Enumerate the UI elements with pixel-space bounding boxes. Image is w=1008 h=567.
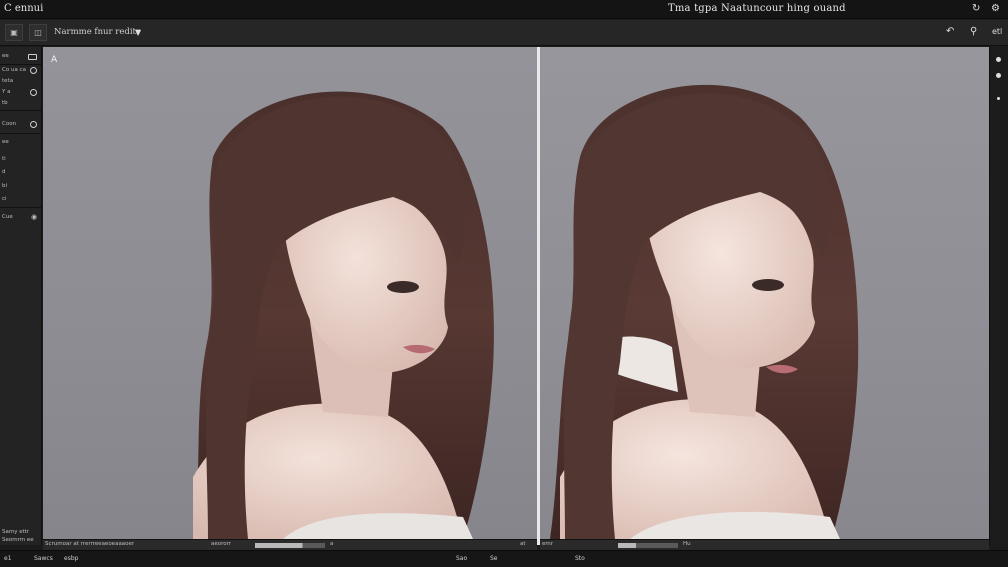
status-item: esbp bbox=[64, 555, 79, 562]
status-item: Se bbox=[490, 555, 498, 562]
panel-footer-1: Samy ettr bbox=[2, 529, 30, 535]
zoom-icon[interactable]: ⚲ bbox=[970, 26, 977, 37]
subbar-text: Hu bbox=[683, 541, 691, 547]
panel-row[interactable]: Co ua ca bbox=[0, 65, 42, 76]
status-item: Sawcs bbox=[34, 555, 53, 562]
breadcrumb[interactable]: Narmme fnur reditr bbox=[54, 27, 140, 37]
panel-row[interactable]: Coon bbox=[0, 119, 42, 130]
viewer-right-subbar: emr Hu bbox=[540, 539, 989, 550]
right-panel bbox=[989, 47, 1008, 545]
viewer-edited[interactable] bbox=[540, 47, 989, 539]
eye-icon[interactable]: ◉ bbox=[31, 212, 38, 221]
panel-row[interactable]: Y a bbox=[0, 87, 42, 98]
viewer-original[interactable]: A bbox=[43, 47, 537, 539]
portrait-image-edited bbox=[550, 84, 859, 539]
mode-grid-icon: ▣ bbox=[10, 28, 18, 37]
panel-row[interactable]: Cue ◉ bbox=[0, 212, 42, 223]
panel-row[interactable]: bi bbox=[0, 181, 42, 192]
panel-row[interactable]: ee bbox=[0, 51, 42, 62]
panel-row[interactable]: ci bbox=[0, 194, 42, 205]
mode-compare-button[interactable]: ◫ bbox=[29, 24, 47, 41]
viewer-left-subbar: Scrumoar at rrerrreeaeoeaaaoer aeororr a… bbox=[43, 539, 537, 550]
document-title: Tma tgpa Naatuncour hing ouand bbox=[668, 3, 846, 14]
knob-icon[interactable] bbox=[30, 67, 37, 74]
mode-compare-icon: ◫ bbox=[34, 28, 42, 37]
sync-icon[interactable]: ↻ bbox=[972, 3, 980, 14]
subbar-text: Scrumoar at rrerrreeaeoeaaaoer bbox=[45, 541, 135, 547]
left-panel: ee Co ua ca teta Y a tb Coon ee ti d bi … bbox=[0, 47, 42, 545]
subbar-slider[interactable] bbox=[618, 543, 678, 548]
panel-dot-icon[interactable] bbox=[997, 97, 1000, 100]
mode-grid-button[interactable]: ▣ bbox=[5, 24, 23, 41]
panel-row[interactable]: ee bbox=[0, 137, 42, 148]
knob-icon[interactable] bbox=[30, 89, 37, 96]
settings-icon[interactable]: ⚙ bbox=[991, 3, 1000, 14]
toggle-icon[interactable] bbox=[28, 54, 37, 60]
toolbar: ▣ ◫ Narmme fnur reditr ▼ ↶ ⚲ etl bbox=[0, 20, 1008, 46]
subbar-text: aeororr bbox=[211, 541, 232, 547]
panel-footer-2: Seomrm ee bbox=[2, 537, 34, 543]
panel-dot-icon[interactable] bbox=[996, 73, 1001, 78]
status-item: Sao bbox=[456, 555, 468, 562]
panel-row[interactable]: ti bbox=[0, 154, 42, 165]
subbar-text: emr bbox=[542, 541, 554, 547]
status-item: Sto bbox=[575, 555, 585, 562]
panel-row[interactable]: teta bbox=[0, 76, 42, 87]
portrait-image bbox=[193, 91, 494, 539]
toolbar-right-label[interactable]: etl bbox=[992, 27, 1002, 36]
status-left: e1 bbox=[4, 555, 12, 562]
dropdown-icon[interactable]: ▼ bbox=[135, 28, 141, 37]
app-title: C ennui bbox=[4, 3, 44, 14]
subbar-text: a bbox=[330, 541, 334, 547]
status-bar: e1 Sawcs esbp Sao Se Sto bbox=[0, 550, 1008, 567]
panel-row[interactable]: tb bbox=[0, 98, 42, 109]
panel-row[interactable]: d bbox=[0, 167, 42, 178]
undo-icon[interactable]: ↶ bbox=[946, 26, 954, 37]
panel-dot-icon[interactable] bbox=[996, 57, 1001, 62]
title-bar: C ennui Tma tgpa Naatuncour hing ouand ↻… bbox=[0, 0, 1008, 19]
subbar-slider[interactable] bbox=[255, 543, 325, 548]
knob-icon[interactable] bbox=[30, 121, 37, 128]
subbar-text: at bbox=[520, 541, 526, 547]
